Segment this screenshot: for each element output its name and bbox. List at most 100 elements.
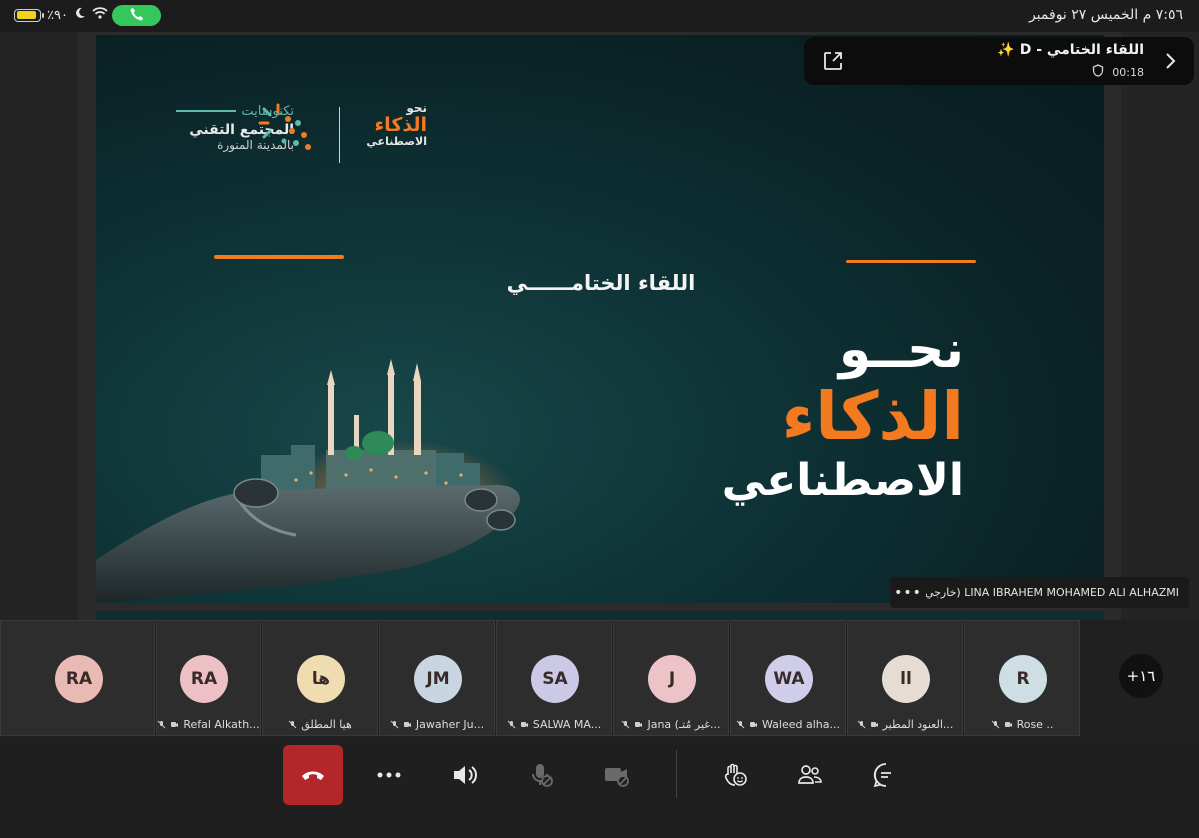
speaker-button[interactable] [435,745,495,805]
logo-line-2: الذكاء [374,114,427,136]
chevron-right-icon[interactable] [1164,51,1178,71]
status-left: ٪٩٠ [14,7,108,23]
logo-line-3: الاصطناعي [366,135,427,148]
camera-off-icon [520,721,528,727]
camera-off-icon [750,721,757,727]
meeting-info-panel[interactable]: اللقاء الختامي - D ✨ 00:18 [804,37,1194,85]
reactions-hand-icon [724,763,747,786]
toolbar-divider [676,750,677,798]
participant-tile[interactable]: SA SALWA MA... [496,620,612,736]
mic-off-icon [288,720,297,728]
avatar: اا [882,655,930,703]
presentation-slide: تكنوسايت المجتمع التقني بالمدينة المنورة… [96,35,1104,603]
battery-icon [14,8,44,22]
camera-off-icon [870,721,878,727]
wifi-icon [92,7,108,23]
accent-bar-right [846,260,976,263]
participants-button[interactable] [780,745,840,805]
participant-name: SALWA MA... [532,717,602,731]
participant-name: Waleed alha... [762,717,840,731]
avatar: R [999,655,1047,703]
moon-icon [74,7,86,23]
people-icon [798,765,822,784]
participant-name: العنود المطير... [882,717,954,731]
participant-name: Rose .. [1016,717,1054,731]
avatar: RA [180,655,228,703]
slide-headline: اللقاء الختامــــــي [506,271,696,295]
title-line-2: الذكاء [781,378,964,455]
participant-name: Jana (غير مُتـ... [647,717,721,731]
avatar: RA [55,655,103,703]
hang-up-icon [302,771,324,780]
microphone-button[interactable] [511,745,571,805]
meeting-duration: 00:18 [1112,65,1144,79]
avatar: SA [531,655,579,703]
participant-label: Refal Alkath... [157,716,260,732]
participant-tile[interactable]: ها هيا المطلق [262,620,378,736]
more-actions-button[interactable] [359,745,419,805]
accent-bar-left [214,255,344,259]
sparkle-logo-icon [258,103,311,150]
camera-off-icon [171,721,179,727]
mic-off-icon [390,720,399,728]
mic-off-icon [857,720,865,728]
participant-label: Rose .. [965,716,1079,732]
mic-disabled-icon [532,764,553,787]
chat-button[interactable] [856,745,916,805]
title-line-1: نحــو [838,320,964,380]
participant-tile[interactable]: JM Jawaher Ju... [379,620,495,736]
shield-icon [1092,64,1104,80]
pop-out-icon[interactable] [822,50,844,72]
camera-off-icon [635,721,643,727]
participant-name: Jawaher Ju... [415,717,485,731]
mic-off-icon [622,720,630,728]
camera-off-icon [1004,721,1012,727]
participant-label: العنود المطير... [848,716,962,732]
participant-strip: RA RA Refal Alkath... ها هيا المطلق JM J… [0,620,1199,738]
participant-tile[interactable]: اا العنود المطير... [847,620,963,736]
participant-name: هيا المطلق [301,717,352,731]
participant-label: SALWA MA... [497,716,611,732]
participant-tile[interactable]: J Jana (غير مُتـ... [613,620,729,736]
participant-tile[interactable]: RA Refal Alkath... [156,620,261,736]
participant-name: Refal Alkath... [183,717,260,731]
camera-button[interactable] [587,745,647,805]
title-line-3: الاصطناعي [721,455,964,506]
presenter-label[interactable]: ••• LINA IBRAHEM MOHAMED ALI ALHAZMI (خا… [890,577,1189,608]
mic-off-icon [991,720,999,728]
status-bar: ٪٩٠ ٧:٥٦ م الخميس ٢٧ نوفمبر [0,0,1199,32]
robot-hand-mosque-illustration [96,359,520,603]
raise-hand-button[interactable] [705,745,765,805]
status-datetime: ٧:٥٦ م الخميس ٢٧ نوفمبر [1028,7,1183,23]
participant-label: Jawaher Ju... [380,716,494,732]
mic-off-icon [157,720,166,728]
slide-title: نحــو الذكاء الاصطناعي [696,320,964,508]
avatar: JM [414,655,462,703]
slide-bottom-strip [96,611,1104,620]
more-participants-button[interactable]: +١٦ [1119,654,1163,698]
participant-label: Waleed alha... [731,716,845,732]
chat-icon [873,763,891,788]
participant-label: Jana (غير مُتـ... [614,716,728,732]
logo-separator [339,107,340,163]
more-dots-icon [377,772,401,778]
avatar: WA [765,655,813,703]
participant-tile[interactable]: R Rose .. [964,620,1080,736]
participant-tile[interactable]: RA [0,620,155,736]
logo-line-1: نحو [406,101,427,115]
shared-screen-area: تكنوسايت المجتمع التقني بالمدينة المنورة… [0,32,1199,620]
participant-tile[interactable]: WA Waleed alha... [730,620,846,736]
phone-icon [130,6,144,25]
camera-off-icon [403,721,411,727]
meeting-title: اللقاء الختامي - D ✨ [997,42,1144,58]
mic-off-icon [507,720,516,728]
camera-disabled-icon [605,768,629,787]
more-options-icon[interactable]: ••• [890,585,926,601]
mic-off-icon [736,720,745,728]
speaker-icon [454,766,477,784]
participant-label: هيا المطلق [263,716,377,732]
ai-logo: نحو الذكاء الاصطناعي [352,101,427,148]
leave-call-button[interactable] [283,745,343,805]
active-call-indicator[interactable] [112,5,161,26]
call-toolbar [0,738,1199,838]
